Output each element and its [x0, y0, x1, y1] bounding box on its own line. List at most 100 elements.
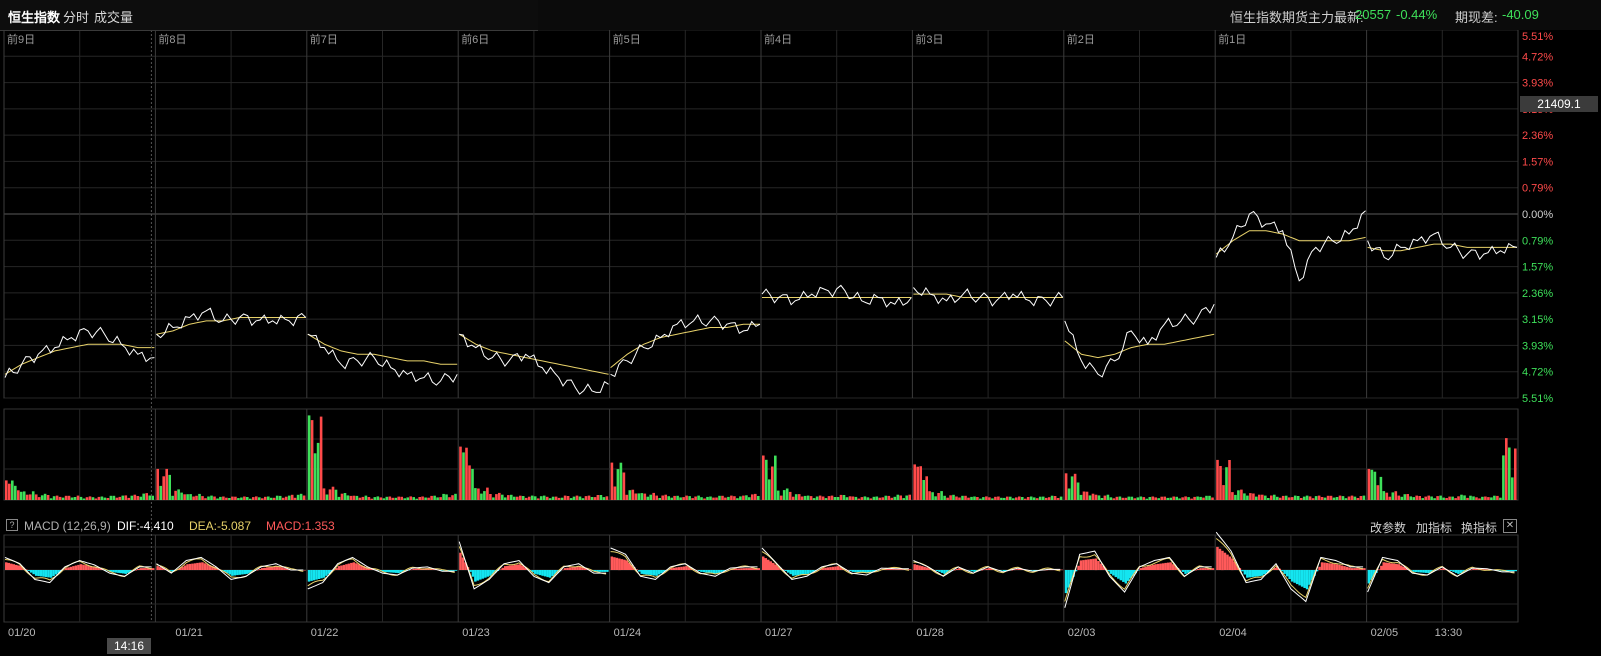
volume-bar — [1367, 468, 1371, 500]
volume-bar — [1308, 496, 1312, 500]
macd-bar — [158, 567, 162, 570]
volume-bar — [156, 468, 159, 500]
volume-bar — [1115, 496, 1119, 500]
intraday-chart[interactable]: 前9日 前8日 前7日 前6日 前5日 前4日 前3日 前2日 前1日 5.51% 4.72% 3.9… — [0, 0, 1601, 656]
tab-intraday[interactable]: 分时 — [63, 7, 89, 26]
close-icon[interactable]: ✕ — [1503, 519, 1517, 533]
macd-bar — [1345, 566, 1349, 570]
volume-bar — [1302, 496, 1306, 500]
macd-bar — [750, 568, 753, 570]
x-date-label: 01/28 — [916, 627, 944, 639]
macd-bar — [312, 570, 316, 581]
switch-indicator-button[interactable]: 换指标 — [1461, 519, 1497, 536]
volume-bar — [1451, 496, 1454, 500]
macd-bar — [82, 564, 85, 570]
macd-bar — [1064, 570, 1068, 594]
volume-bar — [222, 496, 225, 500]
macd-bar — [1077, 565, 1080, 570]
macd-bar — [340, 565, 343, 570]
volume-bar — [979, 498, 982, 500]
volume-bar — [631, 489, 635, 500]
macd-bar — [355, 563, 358, 570]
macd-bar — [385, 570, 388, 573]
macd-bar — [1142, 567, 1145, 570]
macd-bar — [791, 570, 795, 576]
volume-bar — [551, 496, 555, 500]
macd-bar — [236, 570, 239, 576]
volume-bar — [806, 495, 810, 500]
macd-bar — [461, 557, 465, 570]
volume-bar — [489, 494, 492, 500]
macd-bar — [1472, 568, 1475, 570]
volume-bar — [1344, 498, 1348, 500]
volume-bar — [1208, 495, 1211, 500]
volume-bar — [1228, 460, 1231, 500]
volume-bar — [967, 497, 970, 500]
volume-bar — [1130, 496, 1134, 500]
macd-bar — [1377, 569, 1381, 570]
tab-hsi[interactable]: 恒生指数 — [8, 7, 60, 26]
macd-bar — [1089, 559, 1093, 570]
macd-bar — [320, 570, 323, 579]
macd-bar — [137, 569, 140, 570]
volume-bar — [1240, 489, 1243, 500]
macd-bar — [794, 570, 797, 576]
macd-bar — [677, 567, 681, 570]
add-indicator-button[interactable]: 加指标 — [1416, 519, 1452, 536]
volume-bar — [1067, 488, 1071, 500]
tab-volume[interactable]: 成交量 — [94, 7, 133, 26]
volume-bar — [1118, 496, 1122, 500]
macd-bar — [325, 570, 328, 576]
macd-bar — [675, 567, 678, 570]
volume-bar — [168, 474, 171, 500]
edit-params-button[interactable]: 改参数 — [1370, 519, 1406, 536]
futures-price: 20557 — [1355, 7, 1392, 22]
macd-bar — [1156, 563, 1160, 570]
macd-bar — [350, 562, 353, 570]
macd-bar — [1449, 570, 1453, 571]
volume-bar — [424, 497, 427, 500]
y-tick-label: 5.51% — [1522, 31, 1553, 43]
macd-bar — [397, 570, 400, 574]
volume-bar — [275, 495, 279, 500]
macd-bar — [52, 570, 55, 577]
volume-bar — [299, 493, 303, 500]
volume-bar — [593, 497, 597, 500]
macd-bar — [1348, 567, 1351, 570]
volume-bar — [486, 487, 489, 500]
macd-bar — [452, 570, 455, 571]
volume-bar — [1460, 494, 1463, 500]
dea-value: DEA:-5.087 — [189, 519, 252, 533]
volume-bar — [697, 495, 700, 500]
volume-bar — [106, 498, 110, 500]
macd-bar — [156, 566, 159, 570]
macd-bar — [246, 570, 249, 574]
macd-bar — [935, 570, 939, 571]
volume-bar — [364, 495, 368, 500]
volume-bar — [513, 496, 516, 500]
macd-bar — [1251, 570, 1254, 578]
volume-bar — [527, 496, 531, 500]
macd-bar — [233, 570, 237, 576]
volume-bar — [1211, 497, 1214, 500]
macd-bar — [1159, 563, 1162, 570]
macd-bar — [193, 563, 197, 570]
volume-bar — [949, 495, 952, 500]
macd-bar — [37, 570, 40, 577]
macd-bar — [1218, 548, 1222, 570]
volume-bar — [545, 496, 549, 500]
collapse-icon[interactable]: ? — [6, 519, 18, 531]
volume-bar — [803, 495, 807, 500]
macd-bar — [151, 568, 155, 570]
volume-bar — [1056, 498, 1060, 500]
volume-bar — [988, 497, 991, 500]
volume-bar — [827, 496, 831, 500]
volume-bar — [343, 493, 347, 500]
volume-bar — [148, 495, 151, 500]
macd-bar — [387, 570, 390, 573]
volume-bar — [934, 496, 937, 500]
x-date-label: 01/21 — [175, 627, 203, 639]
volume-bar — [507, 495, 510, 500]
volume-bar — [1499, 497, 1502, 500]
volume-bar — [560, 497, 564, 500]
